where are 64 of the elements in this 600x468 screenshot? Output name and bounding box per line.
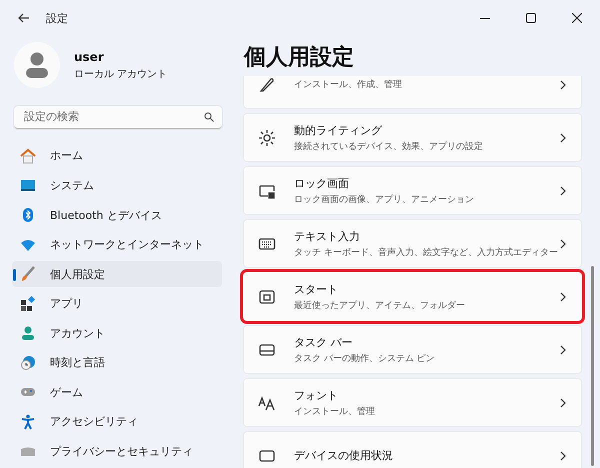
card-title: ロック画面: [294, 176, 350, 190]
search-input[interactable]: 設定の検索: [22, 109, 204, 124]
close-icon: [572, 13, 582, 23]
person-icon: [20, 325, 36, 342]
settings-card[interactable]: スタート 最近使ったアプリ、アイテム、フォルダー: [243, 272, 582, 321]
sidebar-item[interactable]: Bluetooth とデバイス: [12, 202, 222, 228]
sidebar-item[interactable]: 個人用設定: [12, 261, 222, 288]
sidebar-item[interactable]: ホーム: [12, 142, 222, 169]
maximize-icon: [526, 13, 536, 23]
accessibility-icon: [20, 414, 36, 430]
chevron-right-icon: [559, 186, 567, 196]
bluetooth-icon: [20, 207, 36, 224]
monitor-icon: [20, 177, 36, 194]
card-title: 動的ライティング: [294, 122, 384, 138]
sidebar-item[interactable]: システム: [12, 172, 222, 198]
apps-icon: [20, 296, 36, 312]
card-title: フォント: [294, 388, 339, 402]
person-silhouette-icon: [25, 52, 49, 78]
start-menu-icon: [258, 288, 276, 306]
settings-card[interactable]: インストール、作成、管理: [243, 76, 582, 109]
chevron-right-icon: [559, 132, 567, 142]
pen-icon: [258, 76, 276, 94]
chevron-right-icon: [559, 398, 567, 408]
settings-card[interactable]: デバイスの使用状況: [243, 431, 582, 468]
card-title: スタート: [294, 282, 339, 296]
chevron-right-icon: [559, 80, 567, 90]
card-description: インストール、管理: [294, 406, 376, 418]
scrollbar[interactable]: [591, 266, 594, 466]
card-description: 最近使ったアプリ、アイテム、フォルダー: [294, 299, 466, 312]
chevron-right-icon: [559, 344, 567, 354]
card-title: デバイスの使用状況: [294, 448, 394, 463]
search-icon: [204, 112, 214, 122]
card-title: タスク バー: [294, 334, 354, 350]
card-description: タッチ キーボード、音声入力、絵文字など、入力方式エディター: [294, 246, 559, 258]
sidebar-item[interactable]: アカウント: [12, 320, 222, 346]
globe-clock-icon: [20, 354, 36, 371]
sun-icon: [258, 128, 276, 146]
settings-card[interactable]: フォント インストール、管理: [243, 378, 582, 427]
sidebar-item[interactable]: ゲーム: [12, 379, 222, 406]
card-description: 接続されているデバイス、効果、アプリの設定: [294, 140, 484, 152]
home-icon: [20, 148, 36, 164]
card-title: テキスト入力: [294, 228, 361, 244]
sidebar-item[interactable]: プライバシーとセキュリティ: [12, 438, 222, 464]
user-name: user: [74, 50, 105, 64]
settings-card[interactable]: タスク バー タスク バーの動作、システム ピン: [243, 325, 582, 374]
chevron-right-icon: [559, 292, 567, 302]
settings-card[interactable]: テキスト入力 タッチ キーボード、音声入力、絵文字など、入力方式エディター: [243, 219, 582, 268]
sidebar-item[interactable]: アクセシビリティ: [12, 408, 222, 435]
sidebar-item[interactable]: 時刻と言語: [12, 350, 222, 376]
settings-card[interactable]: ロック画面 ロック画面の画像、アプリ、アニメーション: [243, 166, 582, 215]
search-field[interactable]: 設定の検索: [14, 106, 222, 129]
sidebar-item[interactable]: ネットワークとインターネット: [12, 232, 222, 258]
page-title: 個人用設定: [244, 44, 355, 68]
card-description: インストール、作成、管理: [294, 78, 403, 91]
chevron-right-icon: [559, 450, 567, 460]
card-description: ロック画面の画像、アプリ、アニメーション: [294, 193, 475, 206]
window-title: 設定: [46, 10, 69, 26]
back-arrow-icon: [18, 12, 30, 24]
settings-card[interactable]: 動的ライティング 接続されているデバイス、効果、アプリの設定: [243, 113, 582, 162]
account-type: ローカル アカウント: [74, 68, 168, 80]
sidebar-item[interactable]: アプリ: [12, 290, 222, 317]
card-description: タスク バーの動作、システム ピン: [294, 352, 436, 364]
paintbrush-icon: [20, 266, 36, 282]
chevron-right-icon: [559, 238, 567, 248]
